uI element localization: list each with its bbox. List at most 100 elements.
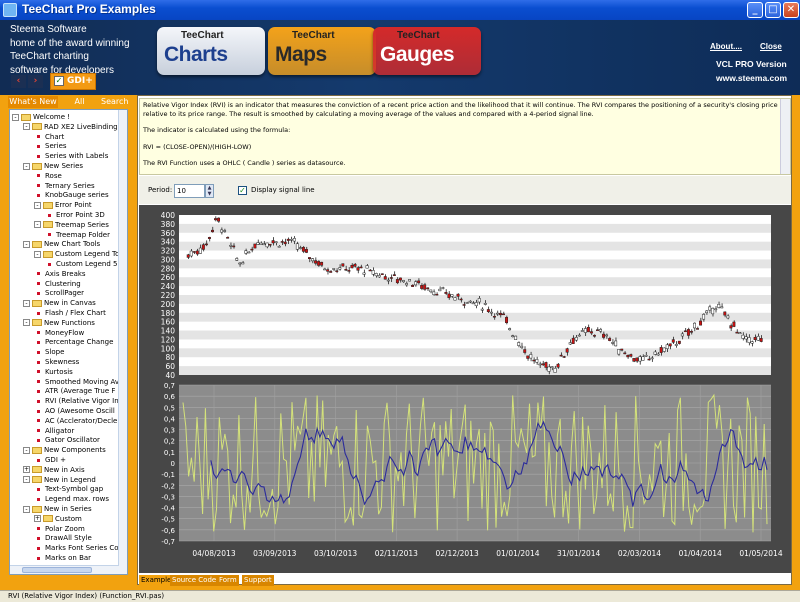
tree-item[interactable]: ATR (Average True F (34, 386, 115, 396)
tree-folder[interactable]: - New in Series (23, 504, 92, 514)
tree-label: Axis Breaks (45, 269, 86, 278)
tree-item[interactable]: Skewness (34, 357, 79, 367)
tree-folder[interactable]: + New in Axis (23, 465, 85, 475)
about-link[interactable]: About.... (710, 42, 742, 51)
period-input[interactable] (174, 184, 205, 198)
expand-icon[interactable]: + (34, 515, 41, 523)
tree-item[interactable]: Marks Font Series Co (34, 543, 119, 553)
tree-item[interactable]: Series with Labels (34, 151, 108, 161)
tree-item[interactable]: DrawAll Style (34, 533, 92, 543)
tree-item[interactable]: Error Point 3D (45, 210, 105, 220)
charts-tile[interactable]: TeeChart Charts (157, 27, 265, 75)
gdi-checkbox[interactable]: ✓ (54, 76, 64, 86)
tree-item[interactable]: GDI + (34, 455, 66, 465)
tree-folder[interactable]: - New Functions (23, 318, 95, 328)
tree-item[interactable]: Axis Breaks (34, 269, 86, 279)
tree-item[interactable]: Smoothed Moving Av (34, 377, 119, 387)
next-button[interactable]: › (28, 75, 43, 88)
collapse-icon[interactable]: - (23, 476, 30, 484)
collapse-icon[interactable]: - (34, 201, 41, 209)
tree-item[interactable]: Chart (34, 132, 64, 142)
close-window-button[interactable]: ✕ (783, 2, 799, 18)
tree-folder[interactable]: - Welcome ! (12, 112, 70, 122)
tree-item[interactable]: Slope (34, 347, 64, 357)
tree-folder[interactable]: - New Chart Tools (23, 239, 100, 249)
collapse-icon[interactable]: - (34, 250, 41, 258)
tree-item[interactable]: Custom Legend 5 (45, 259, 117, 269)
tab-form[interactable]: Form (217, 575, 239, 586)
chart-area[interactable]: 40 60 80 100 120 140 160 180 200 220 240 260 280 300 3… (139, 205, 791, 573)
rvi-chart[interactable]: 4060801001201401601802002202402602803003… (139, 205, 791, 573)
tree-item[interactable]: ScrollPager (34, 288, 84, 298)
period-spinner[interactable]: ▲ ▼ (205, 184, 214, 198)
tree-folder[interactable]: - Custom Legend Tool (34, 249, 126, 259)
tree-folder[interactable]: - Treemap Series (34, 220, 109, 230)
tab-support[interactable]: Support (242, 575, 274, 586)
close-link[interactable]: Close (760, 42, 782, 51)
tree-item[interactable]: Flash / Flex Chart (34, 308, 106, 318)
tree-folder[interactable]: - New in Canvas (23, 298, 96, 308)
candle (447, 293, 451, 299)
candle (405, 283, 408, 286)
tab-whats-new[interactable]: What's New ? (8, 96, 58, 118)
tab-source-code[interactable]: Source Code (170, 575, 219, 586)
tree-item[interactable]: Text-Symbol gap (34, 484, 103, 494)
tree-folder[interactable]: - New Components (23, 445, 106, 455)
folder-icon (32, 466, 42, 474)
tree-folder[interactable]: + Custom (34, 514, 82, 524)
tree-folder[interactable]: - New Series (23, 161, 83, 171)
maximize-button[interactable]: □ (765, 2, 781, 18)
candle (550, 366, 554, 368)
collapse-icon[interactable]: - (12, 113, 19, 121)
gdi-plus-toggle[interactable]: ✓ GDI+ (50, 73, 96, 90)
candle (632, 358, 636, 362)
tree-item[interactable]: Rose (34, 171, 62, 181)
tree-item[interactable]: Kurtosis (34, 367, 73, 377)
collapse-icon[interactable]: - (23, 299, 30, 307)
tree-label: Welcome ! (33, 113, 71, 121)
tree-item[interactable]: RVI (Relative Vigor In (34, 396, 119, 406)
tree-item[interactable]: KnobGauge series (34, 190, 109, 200)
collapse-icon[interactable]: - (23, 123, 30, 131)
collapse-icon[interactable]: - (23, 319, 30, 327)
tree-item[interactable]: Percentage Change (34, 337, 113, 347)
display-signal-checkbox[interactable]: ✓ (238, 186, 247, 195)
tree-folder[interactable]: - Error Point (34, 200, 92, 210)
tree-item[interactable]: Legend max. rows (34, 494, 109, 504)
tab-all-features[interactable]: All features (59, 96, 100, 118)
collapse-icon[interactable]: - (34, 221, 41, 229)
collapse-icon[interactable]: - (23, 446, 30, 454)
description-scrollbar[interactable] (780, 99, 790, 174)
tree-item[interactable]: Series (34, 141, 67, 151)
tab-search[interactable]: Search (101, 96, 128, 108)
tree-item[interactable]: Marks on Bar (34, 553, 91, 563)
tree-item[interactable]: AO (Awesome Oscill (34, 406, 115, 416)
tree-horizontal-scrollbar[interactable] (10, 565, 119, 574)
minimize-button[interactable]: _ (747, 2, 763, 18)
tree-item[interactable]: Ternary Series (34, 181, 95, 191)
collapse-icon[interactable]: - (23, 240, 30, 248)
tree-item[interactable]: AC (Acclerator/Decle (34, 416, 117, 426)
tree-item[interactable]: Alligator (34, 426, 74, 436)
maps-tile[interactable]: TeeChart Maps (268, 27, 376, 75)
feature-tree[interactable]: - Welcome ! - RAD XE2 LiveBindings Chart Seri… (9, 109, 128, 575)
collapse-icon[interactable]: - (23, 505, 30, 513)
tree-vertical-scrollbar[interactable] (118, 110, 127, 574)
tree-folder[interactable]: - New in Legend (23, 475, 96, 485)
tree-item[interactable]: Clustering (34, 279, 81, 289)
title-bar: TeeChart Pro Examples _ □ ✕ (0, 0, 800, 20)
gauges-tile[interactable]: TeeChart Gauges (373, 27, 481, 75)
expand-icon[interactable]: + (23, 466, 30, 474)
tree-item[interactable]: Gator Oscillator (34, 435, 100, 445)
tab-example[interactable]: Example (139, 575, 174, 586)
prev-button[interactable]: ‹ (11, 75, 26, 88)
tree-item[interactable]: Polar Zoom (34, 524, 85, 534)
rvi-y-tick-label: -0,7 (161, 538, 175, 546)
tree-folder[interactable]: - RAD XE2 LiveBindings (23, 122, 121, 132)
scroll-thumb[interactable] (22, 567, 92, 573)
tree-item[interactable]: Treemap Folder (45, 230, 110, 240)
candle (335, 270, 339, 272)
tree-item[interactable]: MoneyFlow (34, 328, 84, 338)
collapse-icon[interactable]: - (23, 162, 30, 170)
candle (192, 251, 196, 253)
